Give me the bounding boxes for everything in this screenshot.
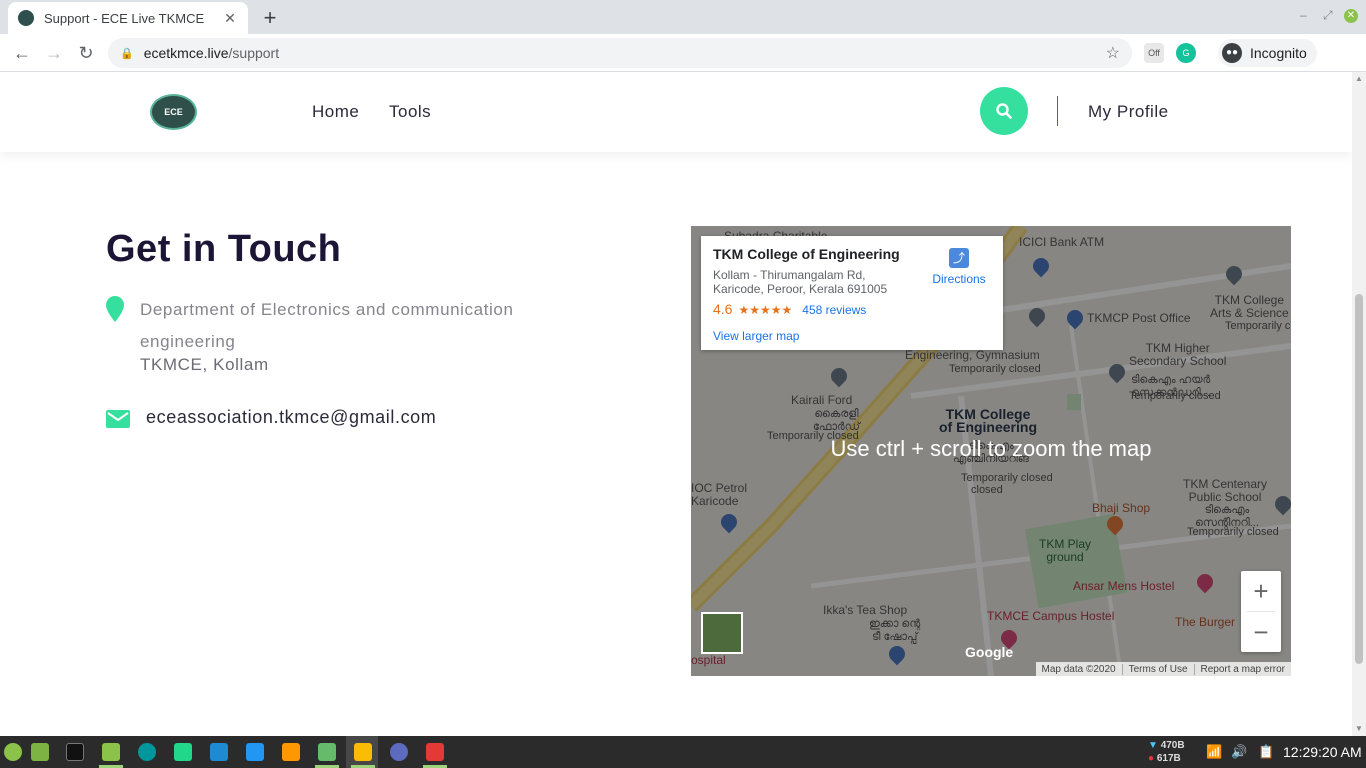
teams-icon[interactable]	[390, 743, 408, 761]
os-taskbar: ▼ 470B ● 617B 📶 🔊 📋 12:29:20 AM	[0, 736, 1366, 768]
map-zoom-control: + −	[1241, 571, 1281, 652]
google-logo: Google	[965, 644, 1014, 660]
clion-icon[interactable]	[174, 743, 192, 761]
satellite-toggle[interactable]	[701, 612, 743, 654]
grammarly-icon[interactable]: G	[1176, 43, 1196, 63]
report-map-error-link[interactable]: Report a map error	[1193, 663, 1291, 675]
bookmark-star-icon[interactable]: ☆	[1106, 43, 1120, 63]
embedded-map[interactable]: Subadra Charitable ICICI Bank ATM TKM Co…	[691, 226, 1291, 676]
terminal-icon[interactable]	[66, 743, 84, 761]
incognito-badge[interactable]: ●● Incognito	[1218, 39, 1317, 67]
forward-icon[interactable]: →	[41, 40, 67, 66]
map-place-card: TKM College of Engineering Kollam - Thir…	[701, 236, 1003, 350]
nav-home[interactable]: Home	[312, 102, 359, 122]
site-header: ECE Home Tools My Profile	[0, 72, 1352, 152]
site-logo[interactable]: ECE	[150, 94, 197, 130]
map-attribution: Map data ©2020 Terms of Use Report a map…	[1035, 662, 1291, 676]
place-rating: 4.6	[713, 301, 733, 317]
start-menu-icon[interactable]	[4, 743, 22, 761]
directions-icon: ⤴	[949, 248, 969, 268]
system-clock[interactable]: 12:29:20 AM	[1283, 744, 1362, 760]
terms-of-use-link[interactable]: Terms of Use	[1121, 663, 1194, 675]
site-favicon-icon	[18, 10, 34, 26]
volume-icon[interactable]: 🔊	[1231, 744, 1247, 760]
mail-icon	[106, 410, 130, 428]
url-host: ecetkmce.live	[143, 45, 229, 61]
tab-title: Support - ECE Live TKMCE	[44, 10, 205, 26]
wifi-icon[interactable]: 📶	[1206, 744, 1222, 760]
place-address: Kollam - Thirumangalam Rd, Karicode, Per…	[713, 268, 888, 296]
incognito-icon: ●●	[1222, 43, 1242, 63]
header-divider	[1057, 96, 1058, 126]
back-icon[interactable]: ←	[9, 40, 35, 66]
search-button[interactable]	[980, 87, 1028, 135]
page-scrollbar[interactable]: ▲ ▼	[1352, 72, 1366, 736]
search-icon	[996, 103, 1012, 119]
incognito-window-icon[interactable]	[426, 743, 444, 761]
page-viewport: ECE Home Tools My Profile Get in Touch D…	[0, 72, 1352, 736]
clipboard-icon[interactable]: 📋	[1258, 744, 1274, 760]
map-zoom-hint: Use ctrl + scroll to zoom the map	[830, 436, 1152, 461]
nav-tools[interactable]: Tools	[389, 102, 431, 122]
browser-toolbar: ← → ↻ 🔒 ecetkmce.live /support ☆ Off G ●…	[0, 34, 1366, 72]
window-close-icon[interactable]: ✕	[1344, 9, 1358, 23]
browser-tabbar: Support - ECE Live TKMCE ✕ + – ⤢ ✕	[0, 0, 1366, 34]
net-download: 470B	[1160, 740, 1185, 751]
view-larger-map-link[interactable]: View larger map	[713, 329, 991, 343]
zoom-out-button[interactable]: −	[1241, 612, 1281, 652]
net-upload: 617B	[1156, 753, 1181, 764]
show-desktop-icon[interactable]	[31, 743, 49, 761]
scroll-down-icon[interactable]: ▼	[1355, 724, 1363, 733]
new-tab-button[interactable]: +	[258, 5, 282, 31]
vscode-icon[interactable]	[246, 743, 264, 761]
contact-email[interactable]: eceassociation.tkmce@gmail.com	[146, 407, 436, 428]
incognito-label: Incognito	[1250, 45, 1307, 61]
restore-icon[interactable]: ⤢	[1323, 8, 1333, 23]
address-bar[interactable]: 🔒 ecetkmce.live /support ☆	[108, 38, 1132, 68]
place-reviews-link[interactable]: 458 reviews	[802, 303, 866, 317]
extension-off-icon[interactable]: Off	[1144, 43, 1164, 63]
browser-tab[interactable]: Support - ECE Live TKMCE ✕	[8, 2, 248, 34]
address-department: Department of Electronics and communicat…	[140, 300, 514, 351]
files-icon[interactable]	[102, 743, 120, 761]
map-data-credit: Map data ©2020	[1041, 663, 1116, 675]
page-title: Get in Touch	[106, 228, 342, 270]
location-pin-icon	[106, 296, 124, 322]
rating-stars-icon: ★★★★★	[738, 303, 793, 317]
arduino-icon[interactable]	[138, 743, 156, 761]
lock-icon: 🔒	[120, 47, 134, 60]
address-city: TKMCE, Kollam	[140, 355, 269, 374]
tab-close-icon[interactable]: ✕	[222, 10, 238, 27]
scrollbar-thumb[interactable]	[1355, 294, 1363, 664]
zoom-in-button[interactable]: +	[1241, 571, 1281, 611]
chrome-window-icon[interactable]	[354, 743, 372, 761]
my-profile-link[interactable]: My Profile	[1088, 102, 1169, 122]
url-path: /support	[228, 45, 280, 61]
directions-button[interactable]: ⤴ Directions	[929, 248, 989, 286]
minimize-icon[interactable]: –	[1300, 8, 1307, 22]
place-rating-row: 4.6 ★★★★★ 458 reviews	[713, 301, 991, 317]
webstorm-icon[interactable]	[210, 743, 228, 761]
network-speed: ▼ 470B ● 617B	[1148, 740, 1185, 764]
directions-label: Directions	[932, 272, 986, 286]
sublime-icon[interactable]	[282, 743, 300, 761]
android-studio-icon[interactable]	[318, 743, 336, 761]
reload-icon[interactable]: ↻	[73, 40, 99, 66]
scroll-up-icon[interactable]: ▲	[1355, 74, 1363, 83]
